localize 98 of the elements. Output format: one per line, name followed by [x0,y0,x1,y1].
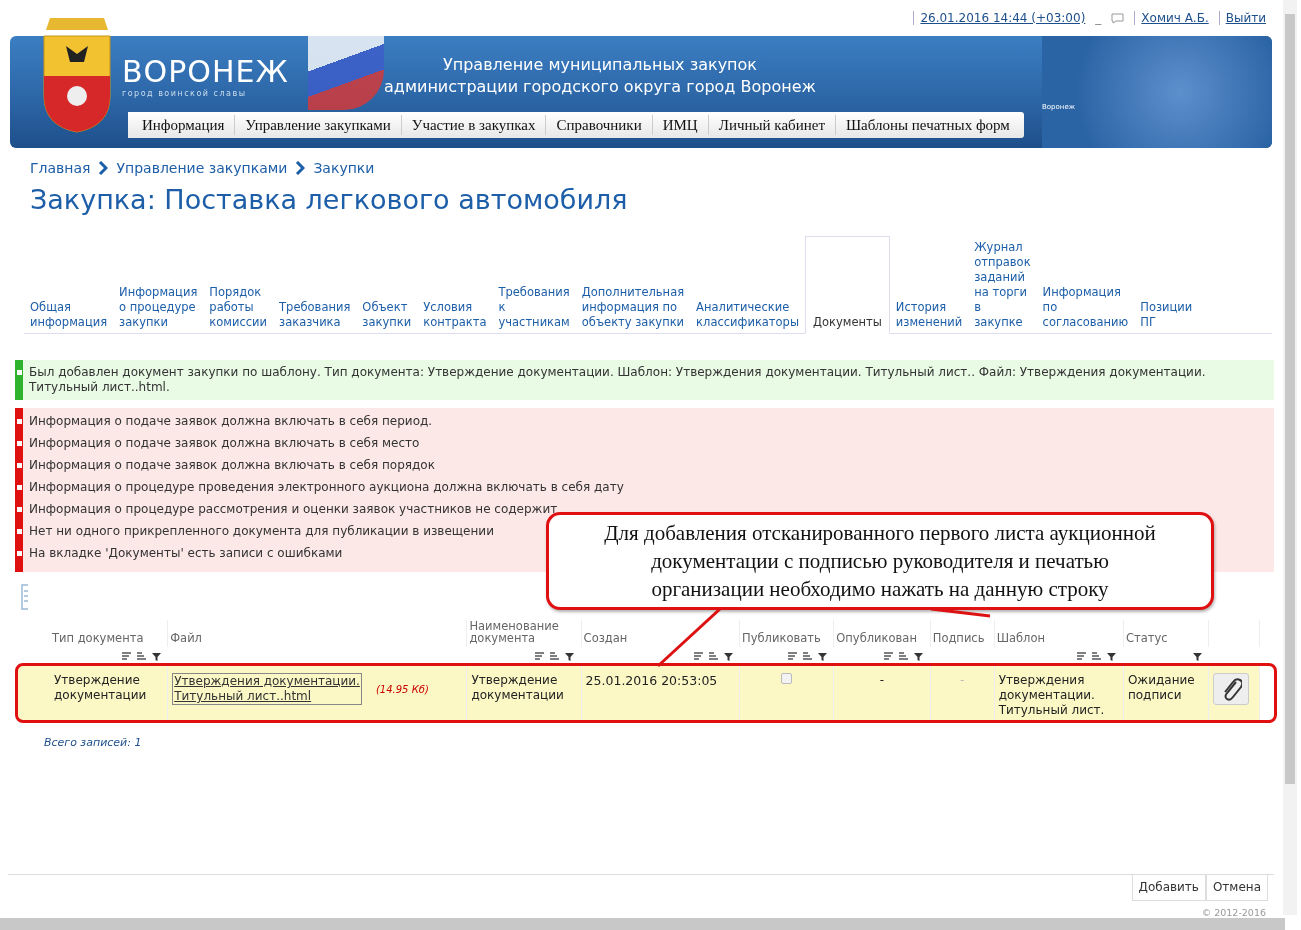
tab[interactable]: Информация о процедуре закупки [113,285,204,333]
copyright-text: © 2012-2016 [1200,907,1266,918]
error-message: На вкладке 'Документы' есть записи с ошибками [29,546,344,561]
sort-icon [898,650,910,662]
sort-icon [1076,650,1088,662]
checkbox[interactable] [781,673,793,684]
sort-icon [883,650,895,662]
filter-icon [816,650,828,662]
filter-icon [913,650,925,662]
site-title: Управление муниципальных закупок [441,54,759,76]
tab[interactable]: Дополнительная информация по объекту закупки [575,285,691,333]
datetime-link[interactable]: 26.01.2016 14:44 (+03:00) [913,11,1086,25]
column-header[interactable]: Опубликован [833,620,931,647]
menu-item[interactable]: Личный кабинет [708,115,836,135]
sort-icon [692,650,704,662]
error-message: Информация о процедуре проведения электронного аукциона должна включать в себя дату [29,480,625,495]
attach-button[interactable] [1213,673,1250,705]
success-message: Был добавлен документ закупки по шаблону. Тип документа: Утверждение документации. Шаблон: Утверждения документации. Титульный лист.. Файл: Утверждения документации. Титульный лист..html. [29,365,1207,395]
site-subtitle: администрации городского округа город Воронеж [383,76,817,98]
sort-icon [1091,650,1103,662]
logout-link[interactable]: Выйти [1218,11,1266,25]
column-header[interactable]: Файл [167,620,467,647]
table-cell: Утверждение документации [466,664,582,722]
column-header[interactable]: Статус [1123,620,1209,647]
page-title: Закупка: Поставка легкового автомобиля [30,184,629,215]
tab[interactable]: История изменений [889,300,969,333]
table-cell: Утверждения документации. Титульный лист. [994,664,1124,722]
error-message: Информация о процедуре рассмотрения и оценки заявок участников не содержит [29,502,559,517]
bullet-icon [17,370,22,375]
bullet-icon [17,529,22,534]
tab[interactable]: Аналитические классификаторы [690,300,805,333]
document-list-icon[interactable] [20,584,30,610]
breadcrumb-link[interactable]: Главная [30,160,91,176]
menu-item[interactable]: Справочники [546,115,653,135]
menu-item[interactable]: Управление закупками [235,115,402,135]
file-link[interactable]: Утверждения документации. Титульный лист..html [172,673,362,705]
tab[interactable]: Требования к участникам [492,285,576,333]
chevron-icon [98,161,109,175]
menu-item[interactable]: ИМЦ [652,115,709,135]
bullet-icon [17,419,22,424]
tab[interactable]: Общая информация [24,300,114,333]
error-message: Информация о подаче заявок должна включать в себя порядок [29,458,436,473]
form-button[interactable]: Добавить [1131,875,1206,901]
sort-icon [801,650,813,662]
menu-item[interactable]: Шаблоны печатных форм [835,115,1020,135]
tab[interactable]: Документы [805,236,890,334]
city-motto: город воинской славы [122,89,248,98]
error-message: Нет ни одного прикрепленного документа для публикации в извещении [29,524,495,539]
sort-icon [707,650,719,662]
bullet-icon [17,485,22,490]
callout-text: Для добавления отсканированного первого листа аукционной документации с подписью руководителя и печатью организации необходимо нажать на данную строку [603,520,1157,603]
error-message: Информация о подаче заявок должна включать в себя место [29,436,421,451]
menu-item[interactable]: Участие в закупках [401,115,547,135]
filter-icon [722,650,734,662]
tab[interactable]: Условия контракта [417,300,493,333]
tab[interactable]: Требования заказчика [273,300,357,333]
filter-icon [150,650,162,662]
comment-icon[interactable] [1111,12,1125,24]
sort-icon [549,650,561,662]
record-count: Всего записей: 1 [44,736,143,749]
tab[interactable]: Журнал отправок заданий на торги в закупке [968,240,1037,333]
table-cell: Ожидание подписи [1123,664,1209,722]
column-header[interactable]: Наименование документа [466,620,582,647]
column-header[interactable]: Подпись [930,620,995,647]
column-header[interactable]: Создан [581,620,740,647]
table-cell: - [930,664,995,722]
bullet-icon [17,551,22,556]
city-name: ВОРОНЕЖ [122,54,289,89]
sort-icon [786,650,798,662]
table-cell: Утверждение документации [18,664,168,722]
chevron-icon [295,161,306,175]
column-header[interactable]: Шаблон [994,620,1124,647]
separator-text: _ [1095,11,1102,25]
table-cell: - [833,664,931,722]
filter-icon [1106,650,1118,662]
breadcrumb-link[interactable]: Закупки [313,160,375,176]
file-size: (14.95 Кб) [375,682,429,697]
sort-icon [135,650,147,662]
bullet-icon [17,507,22,512]
breadcrumb-link[interactable]: Управление закупками [116,160,288,176]
menu-item[interactable]: Информация [132,115,236,135]
sort-icon [120,650,132,662]
table-cell: 25.01.2016 20:53:05 [581,664,740,722]
sort-icon [534,650,546,662]
tab[interactable]: Информация по согласованию [1036,285,1135,333]
filter-icon [564,650,576,662]
table-row[interactable]: Утверждение документации Утверждения документации. Титульный лист..html (14.95 Кб) Утверждение документации 25.01.2016 20:53:05 - - Утверждения документации. Титульный лист. Ожидание подписи [18,664,1260,722]
column-header[interactable]: Тип документа [18,620,168,647]
user-link[interactable]: Хомич А.Б. [1134,11,1209,25]
column-header[interactable]: Публиковать [739,620,834,647]
filter-icon [1191,650,1203,662]
tab[interactable]: Порядок работы комиссии [203,285,274,333]
form-button[interactable]: Отмена [1205,875,1268,901]
error-message: Информация о подаче заявок должна включать в себя период. [29,414,434,429]
bullet-icon [17,463,22,468]
tab[interactable]: Объект закупки [356,300,418,333]
bullet-icon [17,441,22,446]
tab[interactable]: Позиции ПГ [1134,300,1199,333]
